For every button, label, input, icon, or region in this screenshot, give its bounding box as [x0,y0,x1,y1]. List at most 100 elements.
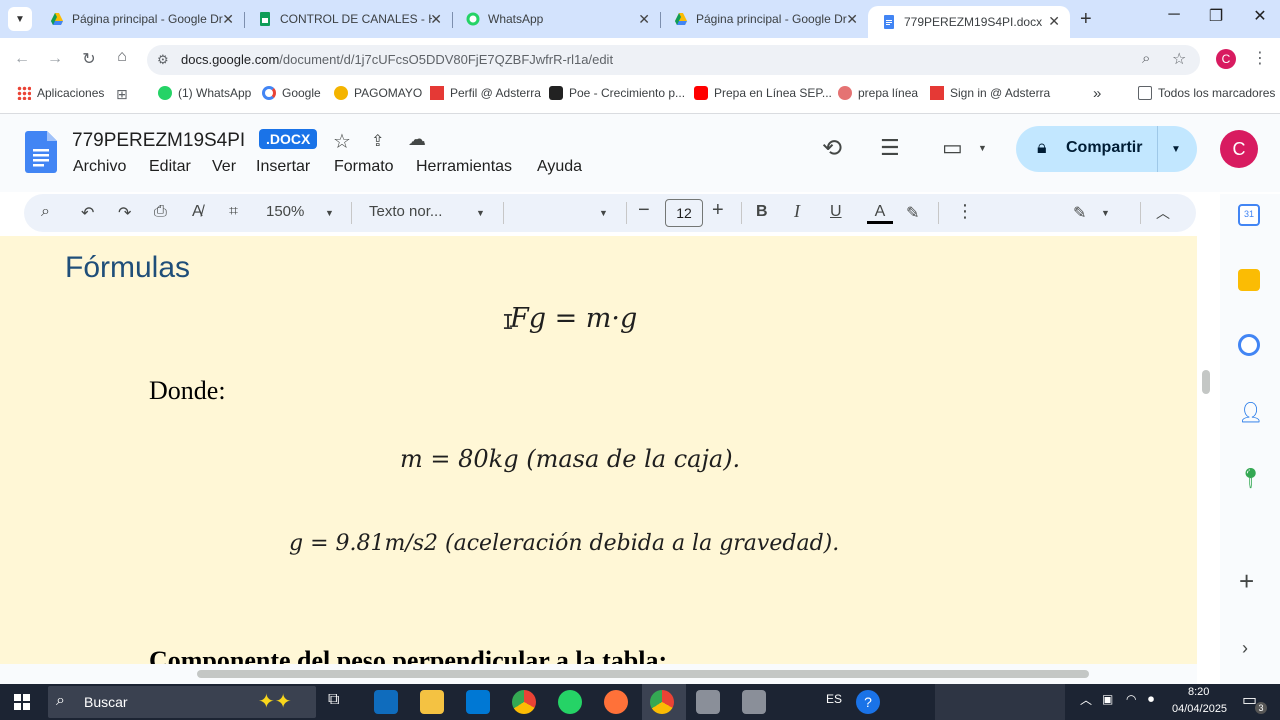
add-addon-icon[interactable]: + [1239,566,1254,597]
forward-button[interactable]: → [43,50,67,68]
editing-mode-icon[interactable]: ✎ [1073,203,1086,223]
menu-archivo[interactable]: Archivo [73,158,126,176]
bookmark-perfil-adsterra[interactable]: Perfil @ Adsterra [430,86,541,100]
docs-logo-icon[interactable] [25,131,57,173]
chrome-profile-icon[interactable] [650,690,674,714]
document-title[interactable]: 779PEREZM19S4PI [72,130,245,152]
italic-icon[interactable]: I [794,201,800,222]
bookmark-sign-in-adsterra[interactable]: Sign in @ Adsterra [930,86,1050,100]
whatsapp-icon[interactable] [558,690,582,714]
back-button[interactable]: ← [10,50,34,68]
tab-whatsapp[interactable]: WhatsApp ✕ [452,4,660,34]
style-select[interactable]: Texto nor... [369,203,442,220]
site-settings-icon[interactable]: ⚙ [157,52,169,68]
input-language[interactable]: ES [826,692,842,706]
cloud-status-icon[interactable]: ☁ [408,129,426,150]
microphone-icon[interactable]: ⏺ [1148,692,1154,707]
outlook-icon[interactable] [374,690,398,714]
close-icon[interactable]: ✕ [430,11,442,28]
home-button[interactable]: ⌂ [110,48,134,66]
restore-button[interactable]: ❐ [1196,6,1236,26]
collapse-menus-icon[interactable]: ︿ [1156,203,1170,223]
chrome-icon[interactable] [512,690,536,714]
new-tab-button[interactable]: + [1080,8,1092,31]
close-window-button[interactable]: ✕ [1240,6,1280,26]
bookmark-all[interactable]: Todos los marcadores [1138,86,1275,100]
bookmark-prepa-linea[interactable]: prepa línea [838,86,918,100]
tab-google-drive-2[interactable]: Página principal - Google Dr ✕ [660,4,868,34]
tasks-icon[interactable] [1238,334,1260,356]
bookmark-google[interactable]: Google [262,86,321,100]
bookmark-pagomayo[interactable]: PAGOMAYO [334,86,422,100]
app-icon[interactable] [742,690,766,714]
star-icon[interactable]: ☆ [333,129,351,154]
share-dropdown-icon[interactable]: ▼ [1171,144,1181,155]
comments-icon[interactable]: ☰ [880,135,900,161]
menu-editar[interactable]: Editar [149,158,191,176]
url-text[interactable]: docs.google.com/document/d/1j7cUFcsO5DDV… [181,52,613,67]
profile-avatar[interactable]: C [1216,49,1236,69]
minimize-button[interactable]: ─ [1154,6,1194,24]
menu-formato[interactable]: Formato [334,158,394,176]
windows-start-icon[interactable] [14,694,30,710]
chevron-down-icon[interactable]: ▼ [1101,208,1110,218]
firefox-icon[interactable] [604,690,628,714]
microsoft-store-icon[interactable] [466,690,490,714]
bookmark-poe[interactable]: Poe - Crecimiento p... [549,86,685,100]
contacts-icon[interactable]: 👤︎ [1238,400,1263,424]
vertical-scrollbar[interactable] [1202,370,1210,394]
font-select-chevron-icon[interactable]: ▼ [599,208,608,218]
clock-time[interactable]: 8:20 [1188,686,1209,698]
spellcheck-icon[interactable]: A̸ [192,203,203,221]
close-icon[interactable]: ✕ [638,11,650,28]
chevron-down-icon[interactable]: ▼ [978,143,987,153]
version-history-icon[interactable]: ⟲ [822,134,842,163]
search-icon[interactable]: ⌕ [41,203,50,221]
maps-icon[interactable]: 📍︎ [1238,466,1263,490]
bookmark-prepa-sep[interactable]: Prepa en Línea SEP... [694,86,832,100]
file-explorer-icon[interactable] [420,690,444,714]
meet-icon[interactable]: ▭ [942,135,963,161]
tab-document-active[interactable]: 779PEREZM19S4PI.docx - Do ✕ [868,6,1070,38]
menu-ver[interactable]: Ver [212,158,236,176]
bookmark-whatsapp[interactable]: (1) WhatsApp [158,86,251,100]
move-folder-icon[interactable]: ⇪ [371,131,384,151]
tab-control-canales[interactable]: CONTROL DE CANALES - Ho ✕ [244,4,452,34]
wifi-icon[interactable]: ◠ [1126,692,1136,706]
tab-search-button[interactable]: ▼ [8,7,32,31]
more-vert-icon[interactable]: ⋮ [1252,48,1268,68]
calendar-icon[interactable]: 31 [1238,204,1260,226]
highlight-icon[interactable]: ✎ [906,203,919,223]
font-size-input[interactable]: 12 [665,199,703,227]
close-icon[interactable]: ✕ [222,11,234,28]
chevron-down-icon[interactable]: ▼ [325,208,334,218]
task-view-icon[interactable]: ⧉ [328,691,339,709]
bold-icon[interactable]: B [756,203,768,221]
paint-format-icon[interactable]: ⌗ [229,203,238,221]
copilot-sparkle-icon[interactable]: ✦✦ [258,689,292,714]
horizontal-scrollbar[interactable] [197,670,1089,678]
clock-date[interactable]: 04/04/2025 [1172,703,1227,715]
menu-herramientas[interactable]: Herramientas [416,158,512,176]
zoom-select[interactable]: 150% [266,203,304,220]
increase-font-icon[interactable]: + [712,199,724,222]
account-avatar[interactable]: C [1220,130,1258,168]
chevron-down-icon[interactable]: ▼ [476,208,485,218]
menu-ayuda[interactable]: Ayuda [537,158,582,176]
app-icon[interactable] [696,690,720,714]
chevron-double-right-icon[interactable]: » [1093,85,1101,102]
text-color-icon[interactable]: A [867,203,893,224]
redo-icon[interactable]: ↷ [118,203,131,223]
help-icon[interactable]: ? [856,690,880,714]
menu-insertar[interactable]: Insertar [256,158,310,176]
zoom-icon[interactable]: ⌕ [1142,50,1150,67]
chevron-right-icon[interactable]: › [1242,638,1248,659]
keep-icon[interactable] [1238,269,1260,291]
device-icon[interactable]: ▣ [1102,692,1113,706]
bookmark-apps[interactable]: Aplicaciones [17,86,104,100]
tab-google-drive-1[interactable]: Página principal - Google Dr ✕ [36,4,244,34]
tab-groups-icon[interactable]: ⊞ [116,86,128,103]
more-vert-icon[interactable]: ⋮ [956,201,974,222]
decrease-font-icon[interactable]: − [638,199,650,222]
undo-icon[interactable]: ↶ [81,203,94,223]
